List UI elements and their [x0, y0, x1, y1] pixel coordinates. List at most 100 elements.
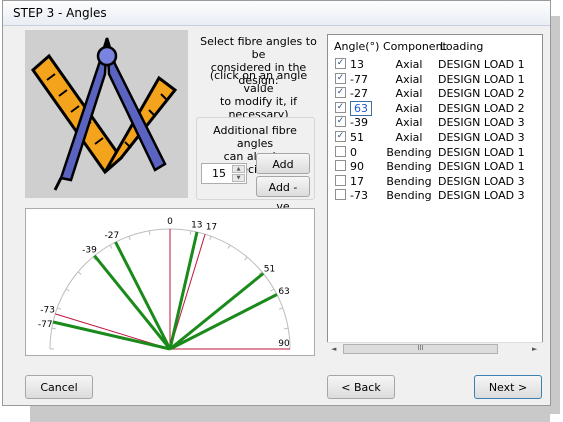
angle-tick: [189, 230, 192, 235]
checkbox-icon[interactable]: [335, 174, 346, 186]
loading-cell: DESIGN LOAD 3: [438, 131, 525, 144]
checkbox-icon[interactable]: ✓: [335, 87, 346, 99]
table-row[interactable]: ✓ 63 Axial DESIGN LOAD 2: [328, 100, 542, 116]
add-negative-button[interactable]: Add -ve: [256, 176, 310, 213]
component-cell: Axial: [395, 72, 423, 86]
angle-cell[interactable]: 90: [350, 160, 364, 173]
angle-label: 51: [264, 264, 275, 274]
header-component[interactable]: Component: [383, 40, 447, 53]
spinner-buttons: ▲ ▼: [232, 165, 245, 182]
checkbox-icon[interactable]: [335, 189, 346, 201]
click-instruction: (click on an angle value to modify it, i…: [196, 69, 321, 121]
spin-down-icon[interactable]: ▼: [232, 174, 245, 182]
scroll-thumb[interactable]: III: [343, 344, 498, 354]
back-button[interactable]: < Back: [327, 375, 395, 399]
angle-tick: [57, 307, 62, 310]
angle-label: -39: [82, 246, 97, 256]
table-row[interactable]: ✓ -39 Axial DESIGN LOAD 3: [328, 115, 542, 130]
angle-tick: [270, 288, 275, 292]
angle-spinner-value[interactable]: 15: [212, 167, 226, 180]
table-row[interactable]: 0 Bending DESIGN LOAD 1: [328, 145, 542, 159]
angle-cell[interactable]: 63: [350, 100, 372, 116]
title-bar: STEP 3 - Angles: [3, 1, 550, 26]
cancel-button[interactable]: Cancel: [25, 375, 93, 399]
angle-label: 90: [278, 339, 290, 349]
list-header: Angle(°) Component Loading: [328, 35, 542, 55]
component-cell: Axial: [395, 116, 423, 130]
table-row[interactable]: ✓ -27 Axial DESIGN LOAD 2: [328, 86, 542, 101]
angle-tick: [65, 288, 70, 292]
add-positive-button[interactable]: Add +ve: [256, 153, 310, 190]
angle-tick: [77, 271, 82, 275]
angle-cell[interactable]: 51: [350, 131, 364, 144]
header-loading[interactable]: Loading: [440, 40, 483, 53]
angle-tick: [209, 236, 212, 241]
angle-tick: [148, 230, 151, 235]
angle-spinner[interactable]: 15 ▲ ▼: [201, 163, 247, 184]
spin-up-icon[interactable]: ▲: [232, 165, 245, 173]
header-angle[interactable]: Angle(°): [334, 40, 379, 53]
angle-label: 63: [278, 287, 289, 297]
compass-square-icon: [25, 30, 188, 198]
angle-label: -27: [105, 231, 120, 241]
component-cell: Bending: [386, 145, 432, 159]
window-shadow-right: [550, 16, 560, 414]
checkbox-icon[interactable]: ✓: [335, 131, 346, 142]
checkbox-icon[interactable]: ✓: [335, 58, 346, 69]
loading-cell: DESIGN LOAD 2: [438, 87, 525, 101]
table-row[interactable]: ✓ 13 Axial DESIGN LOAD 1: [328, 57, 542, 71]
component-cell: Bending: [386, 189, 432, 203]
angle-cell[interactable]: -39: [350, 116, 368, 129]
angle-label: 13: [191, 220, 202, 230]
component-cell: Axial: [395, 87, 423, 101]
checkbox-icon[interactable]: ✓: [335, 101, 346, 113]
component-cell: Bending: [386, 174, 432, 188]
angle-cell[interactable]: 0: [350, 146, 357, 159]
loading-cell: DESIGN LOAD 3: [438, 189, 525, 203]
angle-diagram: 0 13 17 -27 -39 51 63 -73 -77 90: [25, 208, 315, 356]
angle-label: -73: [40, 306, 55, 316]
angle-cell[interactable]: -77: [350, 73, 368, 86]
angle-tick: [244, 256, 248, 261]
angle-cell[interactable]: -73: [350, 189, 368, 202]
scroll-right-icon[interactable]: ►: [532, 345, 537, 353]
angle-label: -77: [38, 320, 53, 330]
loading-cell: DESIGN LOAD 1: [438, 160, 525, 174]
angle-list[interactable]: Angle(°) Component Loading ✓ 13 Axial DESIG…: [327, 34, 543, 355]
angle-label: 17: [206, 223, 217, 233]
checkbox-icon[interactable]: ✓: [335, 72, 346, 84]
table-row[interactable]: -73 Bending DESIGN LOAD 3: [328, 188, 542, 203]
component-cell: Axial: [395, 101, 423, 115]
loading-cell: DESIGN LOAD 3: [438, 174, 525, 188]
component-cell: Axial: [395, 58, 423, 71]
angle-cell[interactable]: 17: [350, 175, 364, 188]
table-row[interactable]: ✓ -77 Axial DESIGN LOAD 1: [328, 72, 542, 86]
angle-cell[interactable]: -27: [350, 87, 368, 100]
angle-tick: [227, 244, 231, 249]
additional-label-line: Additional fibre angles: [213, 124, 297, 150]
loading-cell: DESIGN LOAD 3: [438, 116, 525, 130]
loading-cell: DESIGN LOAD 1: [438, 72, 525, 86]
component-cell: Axial: [395, 131, 423, 144]
angle-line-selected: [169, 293, 278, 351]
angle-cell[interactable]: 13: [350, 58, 364, 71]
loading-cell: DESIGN LOAD 1: [438, 58, 525, 71]
loading-cell: DESIGN LOAD 1: [438, 145, 525, 159]
table-row[interactable]: ✓ 51 Axial DESIGN LOAD 3: [328, 130, 542, 144]
checkbox-icon[interactable]: [335, 145, 346, 157]
component-cell: Bending: [386, 160, 432, 174]
checkbox-icon[interactable]: [335, 160, 346, 172]
angle-tick: [278, 307, 283, 310]
scroll-left-icon[interactable]: ◄: [331, 345, 336, 353]
table-row[interactable]: 17 Bending DESIGN LOAD 3: [328, 174, 542, 188]
angle-label: 0: [167, 217, 173, 227]
loading-cell: DESIGN LOAD 2: [438, 101, 525, 115]
checkbox-icon[interactable]: ✓: [335, 116, 346, 128]
horizontal-scrollbar[interactable]: ◄ III ►: [327, 342, 543, 356]
instruction-line: (click on an angle value: [209, 69, 308, 95]
next-button[interactable]: Next >: [474, 375, 542, 399]
table-row[interactable]: 90 Bending DESIGN LOAD 1: [328, 159, 542, 174]
angle-tick: [128, 236, 131, 241]
angle-tick: [284, 327, 289, 330]
angle-line-selected: [114, 241, 172, 350]
